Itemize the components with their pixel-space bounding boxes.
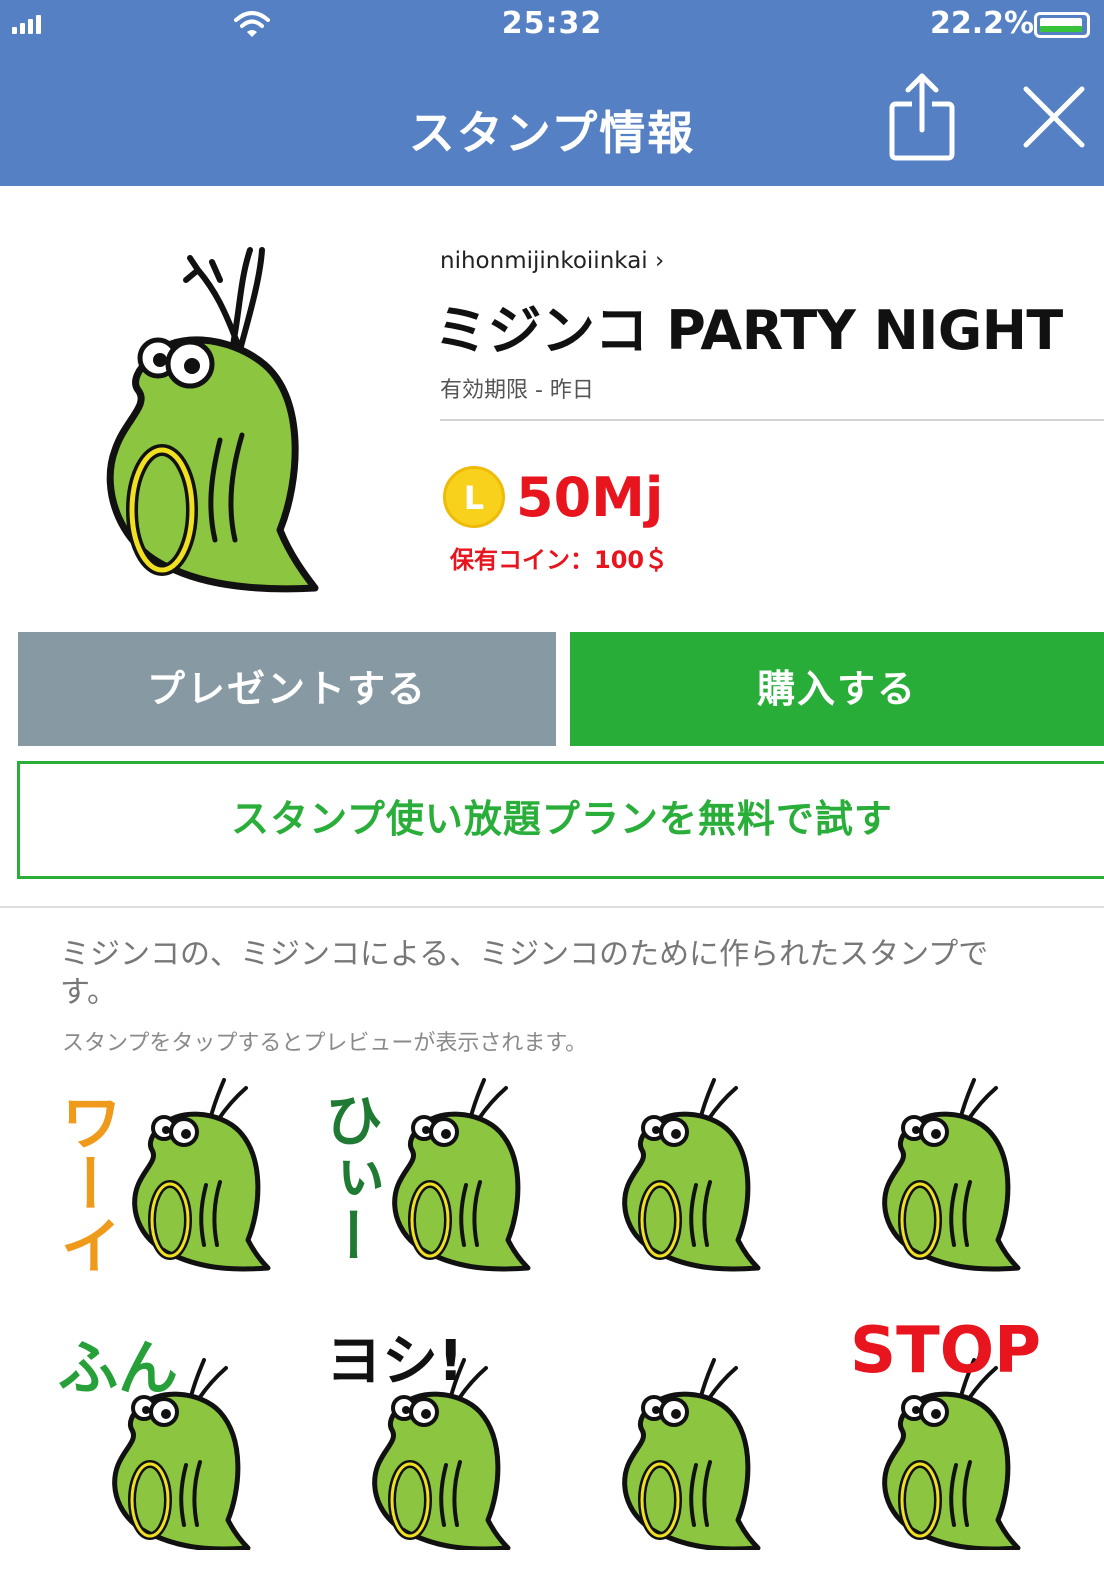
- price: 50Mj: [516, 466, 664, 529]
- close-icon[interactable]: [1022, 85, 1086, 149]
- sticker-caption: STOP: [850, 1314, 1042, 1388]
- divider: [440, 419, 1104, 421]
- product-description: ミジンコの、ミジンコによる、ミジンコのために作られたスタンプです。: [60, 937, 989, 1010]
- sticker-item[interactable]: ワーイ: [49, 1070, 290, 1300]
- sticker-main-image: [106, 247, 319, 593]
- mijinko-character-image: [622, 1358, 761, 1550]
- sticker-caption: ひぃー: [315, 1090, 383, 1264]
- share-icon[interactable]: [888, 72, 956, 162]
- present-button[interactable]: プレゼントする: [18, 632, 556, 746]
- status-bar: 25:32 22.2%: [0, 0, 1104, 52]
- owned-coins: 保有コイン：100＄: [450, 546, 669, 574]
- sticker-item[interactable]: [590, 1320, 830, 1550]
- sticker-caption: ふん: [58, 1334, 178, 1404]
- sticker-item[interactable]: ひぃー: [310, 1070, 550, 1300]
- preview-hint: スタンプをタップするとプレビューが表示されます。: [62, 1031, 588, 1056]
- sticker-item[interactable]: [590, 1070, 830, 1300]
- mijinko-character-image: [882, 1078, 1021, 1272]
- battery-level: [1040, 18, 1082, 32]
- sticker-item[interactable]: ふん: [50, 1320, 290, 1550]
- battery-percentage: 22.2%: [930, 6, 1035, 41]
- sticker-caption: ヨシ!: [326, 1329, 464, 1394]
- coin-icon: L: [443, 466, 505, 528]
- subscription-trial-button[interactable]: スタンプ使い放題プランを無料で試す: [17, 761, 1104, 879]
- sticker-item[interactable]: ヨシ!: [310, 1320, 550, 1550]
- sticker-item[interactable]: STOP: [850, 1314, 1090, 1550]
- sticker-caption: ワーイ: [49, 1090, 122, 1276]
- sticker-item[interactable]: [850, 1070, 1090, 1300]
- author-link[interactable]: nihonmijinkoiinkai ›: [440, 248, 664, 274]
- product-title: ミジンコ PARTY NIGHT: [434, 299, 1063, 362]
- buy-button[interactable]: 購入する: [570, 632, 1104, 746]
- validity-period: 有効期限 - 昨日: [440, 378, 594, 403]
- mijinko-character-image: [622, 1078, 761, 1272]
- navigation-bar: スタンプ情報: [0, 52, 1104, 186]
- divider: [0, 906, 1104, 908]
